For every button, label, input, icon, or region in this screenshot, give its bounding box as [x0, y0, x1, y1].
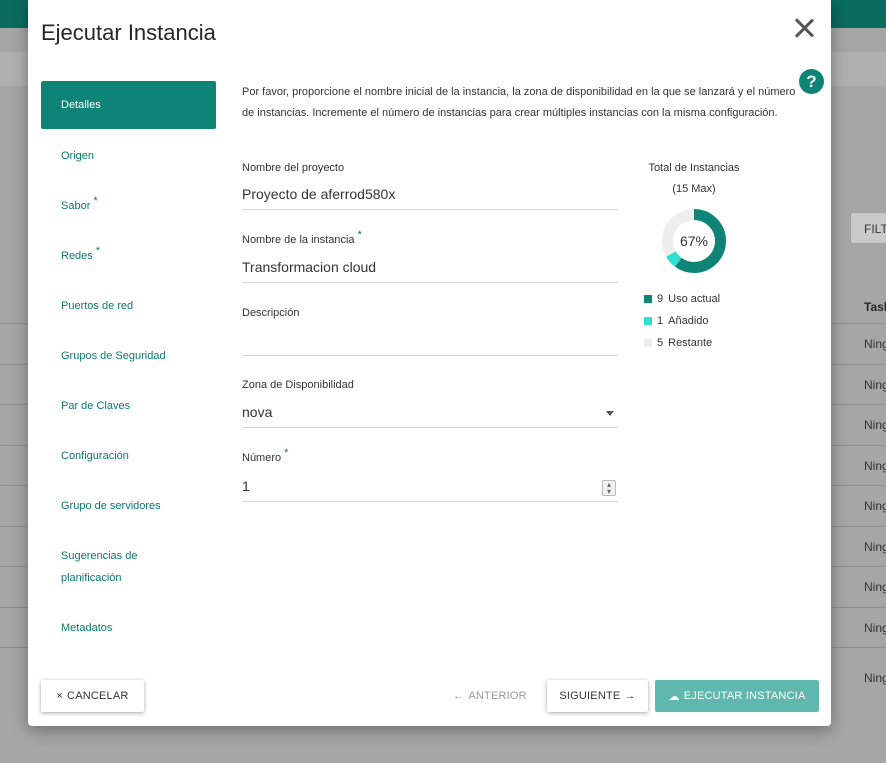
table-cell: Ning — [864, 621, 886, 635]
nav-step-label: Detalles — [61, 99, 101, 111]
chart-title: Total de Instancias — [648, 162, 740, 174]
legend-value: 9 — [657, 293, 664, 305]
nav-step-metadatos[interactable]: Metadatos — [41, 603, 216, 653]
legend-value: 5 — [657, 337, 664, 349]
legend-value: 1 — [657, 315, 664, 327]
arrow-right-icon: → — [624, 690, 636, 702]
cancel-button[interactable]: × CANCELAR — [41, 680, 144, 712]
chart-subtitle: (15 Max) — [672, 183, 716, 195]
filter-button: FILT — [850, 212, 886, 244]
launch-instance-button[interactable]: ☁ EJECUTAR INSTANCIA — [655, 680, 819, 712]
instance-count-input[interactable]: 1 ▴ ▾ — [242, 474, 618, 502]
nav-step-origen[interactable]: Origen — [41, 131, 216, 181]
nav-step-grupos-de-seguridad[interactable]: Grupos de Seguridad — [41, 331, 216, 381]
table-cell: Ning — [864, 337, 886, 351]
close-icon[interactable] — [790, 14, 818, 42]
chevron-down-icon — [606, 411, 614, 416]
nav-step-grupo-de-servidores[interactable]: Grupo de servidores — [41, 481, 216, 531]
instance-quota-donut: 67% — [662, 209, 726, 273]
table-cell: Ning — [864, 499, 886, 513]
availability-zone-label: Zona de Disponibilidad — [242, 379, 354, 391]
table-cell: Ning — [864, 378, 886, 392]
instance-count-label: Número * — [242, 447, 289, 464]
legend-item: 1 Añadido — [644, 315, 709, 327]
table-cell: Ning — [864, 580, 886, 594]
cloud-upload-icon: ☁ — [668, 690, 680, 703]
legend-swatch — [644, 317, 652, 325]
nav-step-detalles[interactable]: Detalles — [41, 81, 216, 129]
instance-name-input[interactable]: Transformacion cloud — [242, 255, 618, 283]
legend-swatch — [644, 339, 652, 347]
nav-step-puertos-de-red[interactable]: Puertos de red — [41, 281, 216, 331]
donut-center-label: 67% — [680, 233, 708, 249]
nav-step-redes[interactable]: Redes * — [41, 231, 216, 281]
previous-button[interactable]: ← ANTERIOR — [448, 680, 532, 712]
availability-zone-select[interactable]: nova — [242, 400, 618, 428]
table-cell: Ning — [864, 459, 886, 473]
legend-item: 9 Uso actual — [644, 293, 720, 305]
step-description: Por favor, proporcione el nombre inicial… — [242, 86, 796, 119]
nav-step-label: Origen — [61, 150, 95, 162]
stepper-icon[interactable]: ▴ ▾ — [602, 480, 616, 496]
legend-swatch — [644, 295, 652, 303]
nav-step-configuraci-n[interactable]: Configuración — [41, 431, 216, 481]
close-small-icon: × — [56, 690, 64, 702]
legend-label: Uso actual — [668, 293, 721, 305]
description-input[interactable] — [242, 328, 618, 356]
nav-step-label: Sabor — [61, 200, 91, 212]
next-button[interactable]: SIGUIENTE → — [547, 680, 648, 712]
nav-step-label: Grupo de servidores — [61, 500, 161, 512]
nav-step-label: Metadatos — [61, 622, 113, 634]
legend-label: Añadido — [668, 315, 709, 327]
arrow-left-icon: ← — [453, 690, 465, 702]
instance-name-label: Nombre de la instancia * — [242, 229, 362, 246]
wizard-steps-nav: Detalles Origen Sabor * Redes * Puertos de red… — [41, 81, 216, 653]
legend-item: 5 Restante — [644, 337, 712, 349]
table-cell: Ning — [864, 418, 886, 432]
legend-label: Restante — [668, 337, 713, 349]
table-cell: Ning — [864, 671, 886, 685]
launch-instance-modal: Ejecutar Instancia Detalles Origen Sabor * R… — [28, 0, 831, 726]
nav-step-sabor[interactable]: Sabor * — [41, 181, 216, 231]
nav-step-par-de-claves[interactable]: Par de Claves — [41, 381, 216, 431]
required-marker: * — [93, 195, 98, 207]
table-column-header: Task — [864, 300, 886, 314]
project-name-value: Proyecto de aferrod580x — [242, 182, 618, 210]
nav-step-label: Par de Claves — [61, 400, 131, 412]
nav-step-label: Puertos de red — [61, 300, 134, 312]
description-label: Descripción — [242, 307, 300, 319]
modal-title: Ejecutar Instancia — [41, 20, 216, 45]
nav-step-label: Grupos de Seguridad — [61, 350, 166, 362]
nav-step-label: Sugerencias de planificación — [61, 550, 138, 584]
project-name-label: Nombre del proyecto — [242, 162, 345, 174]
required-marker: * — [95, 245, 101, 257]
nav-step-label: Redes — [61, 250, 93, 262]
nav-step-label: Configuración — [61, 450, 129, 462]
table-cell: Ning — [864, 540, 886, 554]
help-icon[interactable]: ? — [799, 69, 824, 94]
nav-step-sugerencias-de-planificaci-n[interactable]: Sugerencias de planificación — [41, 531, 216, 603]
